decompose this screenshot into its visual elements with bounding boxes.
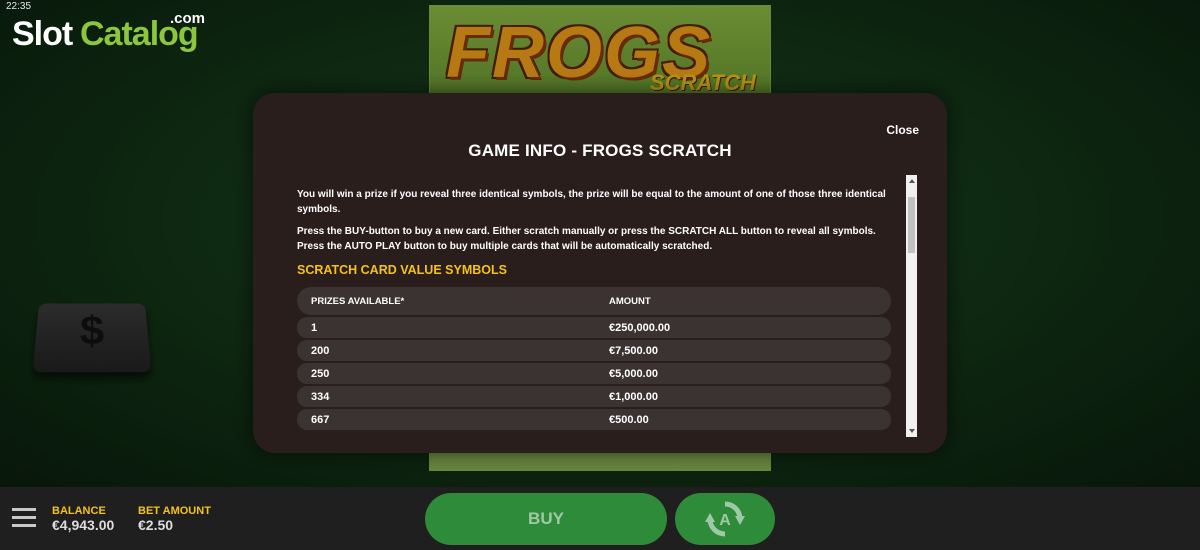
close-button[interactable]: Close (886, 123, 919, 137)
prize-amount-cell: €5,000.00 (609, 367, 658, 380)
game-info-dialog: Close GAME INFO - FROGS SCRATCH You will… (253, 93, 947, 453)
table-header-row: PRIZES AVAILABLE* AMOUNT (297, 287, 891, 315)
column-header-prizes: PRIZES AVAILABLE* (311, 295, 405, 307)
vertical-scrollbar[interactable] (906, 175, 917, 437)
dialog-title: GAME INFO - FROGS SCRATCH (468, 141, 732, 160)
bet-amount-value[interactable]: €2.50 (138, 517, 173, 533)
autoplay-button[interactable]: A (675, 493, 775, 545)
balance-label: BALANCE (52, 505, 106, 517)
column-header-amount: AMOUNT (609, 295, 651, 307)
prize-count-cell: 200 (311, 344, 330, 357)
prize-amount-cell: €500.00 (609, 413, 649, 426)
buy-button[interactable]: BUY (425, 493, 667, 545)
prize-count-cell: 250 (311, 367, 330, 380)
prize-count-cell: 667 (311, 413, 330, 426)
balance-value: €4,943.00 (52, 517, 115, 533)
prize-count-cell: 334 (311, 390, 330, 403)
scroll-up-arrow-icon[interactable] (909, 179, 915, 183)
prize-amount-cell: €7,500.00 (609, 344, 658, 357)
bet-amount-label: BET AMOUNT (138, 505, 211, 517)
info-paragraph: You will win a prize if you reveal three… (297, 189, 886, 215)
table-row: 667 €500.00 (297, 409, 891, 430)
table-row: 334 €1,000.00 (297, 386, 891, 407)
svg-text:A: A (719, 512, 731, 529)
watermark-brand-part1: Slot (12, 15, 73, 53)
prize-amount-cell: €1,000.00 (609, 390, 658, 403)
prize-table: PRIZES AVAILABLE* AMOUNT 1 €250,000.00 2… (297, 287, 891, 430)
info-paragraph: Press the BUY-button to buy a new card. … (297, 226, 876, 252)
autoplay-icon: A (705, 501, 745, 537)
section-heading: SCRATCH CARD VALUE SYMBOLS (297, 263, 507, 277)
scrollbar-thumb[interactable] (908, 197, 915, 253)
watermark-logo: Slot Catalog .com (12, 10, 212, 60)
prize-amount-cell: €250,000.00 (609, 321, 671, 334)
table-row: 200 €7,500.00 (297, 340, 891, 361)
table-row: 1 €250,000.00 (297, 317, 891, 338)
prize-count-cell: 1 (311, 321, 318, 334)
hamburger-menu-icon[interactable] (12, 508, 36, 528)
table-row: 250 €5,000.00 (297, 363, 891, 384)
watermark-domain: .com (170, 10, 206, 27)
info-scroll-area[interactable]: You will win a prize if you reveal three… (297, 187, 893, 437)
bottom-control-bar: BALANCE €4,943.00 BET AMOUNT €2.50 BUY A (0, 487, 1200, 550)
scroll-down-arrow-icon[interactable] (909, 429, 915, 433)
